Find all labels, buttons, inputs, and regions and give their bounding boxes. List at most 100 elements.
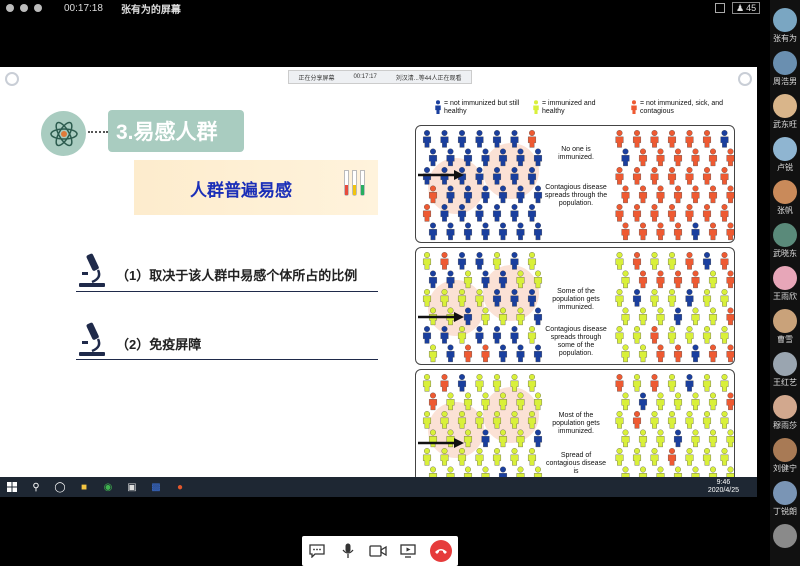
point-1-text: （1）取决于该人群中易感个体所占的比例 (116, 268, 358, 283)
file-explorer-icon[interactable]: ■ (76, 479, 92, 495)
avatar (773, 8, 797, 32)
meeting-window: 00:17:18 张有为的屏幕 ♟ 45 张有为周浩男武东旺卢锐张帆武晓东王雨欣… (0, 0, 800, 566)
arrow-right-icon (418, 170, 464, 180)
participant-item[interactable]: 穆雨莎 (770, 393, 800, 431)
legend-not-immunized-text: = not immunized but still healthy (444, 100, 520, 115)
point-1: （1）取决于该人群中易感个体所占的比例 (76, 252, 357, 288)
avatar (773, 223, 797, 247)
panel-most-immunization: Most of the population gets immunized. S… (415, 369, 735, 477)
share-status-banner: 正在分享屏幕 00:17:17 刘汉清...等44人正在观看 (288, 70, 472, 84)
participant-item[interactable]: 张有为 (770, 6, 800, 44)
avatar (773, 352, 797, 376)
avatar (773, 524, 797, 548)
legend-immunized: = immunized and healthy (532, 100, 620, 116)
close-window-icon[interactable] (6, 4, 14, 12)
camera-icon[interactable] (369, 542, 387, 560)
app-icon[interactable]: ▣ (124, 479, 140, 495)
participant-item[interactable]: 丁锐朗 (770, 479, 800, 517)
participant-name: 穆雨莎 (773, 421, 797, 430)
person-icon: ♟ (736, 2, 745, 13)
slide-subtitle: 人群普遍易感 (190, 181, 292, 200)
subtitle-banner: 人群普遍易感 (134, 160, 378, 215)
person-blue-icon (435, 100, 441, 114)
participant-item[interactable]: 武东旺 (770, 92, 800, 130)
participant-item[interactable]: 周浩男 (770, 49, 800, 87)
avatar (773, 94, 797, 118)
title-connector (88, 131, 108, 133)
grid-view-icon[interactable] (715, 3, 725, 13)
panel-1-caption-bottom: Contagious disease spreads through the p… (544, 184, 608, 208)
panel-3-caption-top: Most of the population gets immunized. (544, 412, 608, 436)
avatar (773, 51, 797, 75)
avatar (773, 137, 797, 161)
panel-2-caption-bottom: Contagious disease spreads through some … (544, 326, 608, 358)
legend-not-immunized: = not immunized but still healthy (434, 100, 528, 116)
participant-item[interactable]: 曹雪 (770, 307, 800, 345)
meeting-timer: 00:17:18 (64, 2, 103, 14)
participant-item[interactable]: 卢锐 (770, 135, 800, 173)
point-2: （2）免疫屏障 (76, 321, 201, 357)
panel-1-caption-top: No one is immunized. (544, 146, 608, 162)
point-2-underline (76, 359, 378, 360)
herd-immunity-figure: = not immunized but still healthy = immu… (412, 97, 738, 477)
panel-no-immunization: No one is immunized. Contagious disease … (415, 125, 735, 243)
point-1-underline (76, 291, 378, 292)
microscope-icon (79, 253, 105, 287)
avatar (773, 481, 797, 505)
hang-up-button[interactable] (429, 540, 452, 562)
participant-name: 武东旺 (773, 120, 797, 129)
microphone-icon[interactable] (339, 542, 357, 560)
participant-item[interactable]: 王雨欣 (770, 264, 800, 302)
arrow-right-icon (418, 312, 464, 322)
participant-item[interactable]: 武晓东 (770, 221, 800, 259)
search-icon[interactable]: ⚲ (28, 479, 44, 495)
top-bar: 00:17:18 张有为的屏幕 ♟ 45 (0, 0, 770, 16)
legend-sick-text: = not immunized, sick, and contagious (640, 100, 724, 115)
clock-date: 2020/4/25 (707, 487, 739, 494)
participant-name: 王雨欣 (773, 292, 797, 301)
slide-title: 3.易感人群 (108, 110, 244, 152)
participant-count-button[interactable]: ♟ 45 (732, 2, 761, 14)
participant-item[interactable] (770, 522, 800, 560)
participant-name: 王红艺 (773, 378, 797, 387)
microscope-icon (79, 322, 105, 356)
participant-name: 丁锐朗 (773, 507, 797, 516)
point-2-text: （2）免疫屏障 (116, 337, 202, 352)
arrow-right-icon (418, 438, 464, 448)
taskbar-clock[interactable]: 9:46 2020/4/25 (708, 479, 739, 495)
participant-item[interactable]: 王红艺 (770, 350, 800, 388)
task-view-icon[interactable]: ◯ (52, 479, 68, 495)
windows-start-icon[interactable] (4, 479, 20, 495)
ring-decoration-right (738, 72, 752, 86)
participant-name: 张有为 (773, 34, 797, 43)
viewer-count-text: 刘汉清...等44人正在观看 (395, 75, 462, 82)
powerpoint-icon[interactable]: ● (172, 479, 188, 495)
panel-3-caption-bottom: Spread of contagious disease is (544, 452, 608, 476)
panel-2-caption-top: Some of the population gets immunized. (544, 288, 608, 312)
meeting-controls (302, 536, 458, 566)
maximize-window-icon[interactable] (34, 4, 42, 12)
screen-share-icon[interactable] (399, 542, 417, 560)
participant-name: 曹雪 (777, 335, 793, 344)
participant-count: 45 (746, 3, 757, 13)
browser-icon[interactable]: ◉ (100, 479, 116, 495)
participant-item[interactable]: 刘健宁 (770, 436, 800, 474)
avatar (773, 309, 797, 333)
participant-name: 卢锐 (777, 163, 793, 172)
window-controls (6, 4, 42, 12)
chat-icon[interactable] (308, 542, 326, 560)
participant-name: 刘健宁 (773, 464, 797, 473)
avatar (773, 266, 797, 290)
ring-decoration-left (5, 72, 19, 86)
test-tube-icon (344, 170, 365, 196)
sharer-title: 张有为的屏幕 (120, 4, 181, 16)
participant-item[interactable]: 张帆 (770, 178, 800, 216)
clock-time: 9:46 (716, 479, 731, 486)
avatar (773, 395, 797, 419)
minimize-window-icon[interactable] (20, 4, 28, 12)
legend-immunized-text: = immunized and healthy (542, 100, 596, 115)
participant-name: 张帆 (777, 206, 793, 215)
word-icon[interactable]: ▩ (148, 479, 164, 495)
participant-name: 周浩男 (773, 77, 797, 86)
share-status-text: 正在分享屏幕 (298, 75, 335, 82)
